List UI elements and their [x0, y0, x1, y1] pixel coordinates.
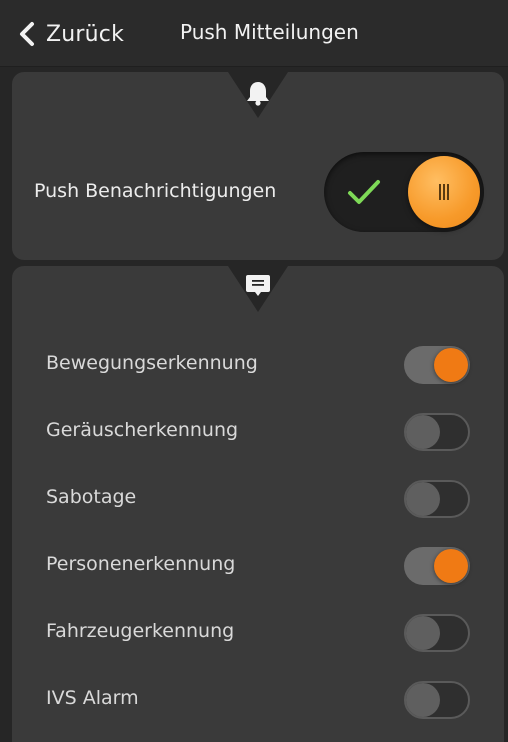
grip-icon	[439, 184, 449, 200]
toggle-knob	[406, 482, 440, 516]
sabotage-toggle[interactable]	[404, 480, 470, 518]
list-item-geraeuscherkennung: Geräuscherkennung	[12, 405, 504, 461]
fahrzeugerkennung-toggle[interactable]	[404, 614, 470, 652]
list-item-label: Personenerkennung	[46, 553, 236, 575]
list-item-sabotage: Sabotage	[12, 472, 504, 528]
list-item-bewegungserkennung: Bewegungserkennung	[12, 338, 504, 394]
header-bar: Zurück Push Mitteilungen	[0, 0, 508, 67]
list-item-label: IVS Alarm	[46, 687, 139, 709]
bell-icon	[228, 72, 288, 118]
list-item-personenerkennung: Personenerkennung	[12, 539, 504, 595]
personenerkennung-toggle[interactable]	[404, 547, 470, 585]
ivs-alarm-toggle[interactable]	[404, 681, 470, 719]
back-button[interactable]: Zurück	[16, 18, 124, 50]
message-icon	[228, 266, 288, 312]
chevron-left-icon	[20, 22, 34, 46]
push-notifications-switch[interactable]	[324, 152, 484, 232]
toggle-knob	[406, 415, 440, 449]
list-item-label: Fahrzeugerkennung	[46, 620, 235, 642]
push-notifications-label: Push Benachrichtigungen	[34, 180, 277, 202]
toggle-knob	[434, 549, 468, 583]
geraeuscherkennung-toggle[interactable]	[404, 413, 470, 451]
toggle-knob	[434, 348, 468, 382]
list-item-label: Bewegungserkennung	[46, 352, 258, 374]
list-item-label: Sabotage	[46, 486, 137, 508]
bewegungserkennung-toggle[interactable]	[404, 346, 470, 384]
switch-knob	[408, 156, 480, 228]
notification-types-card: Bewegungserkennung Geräuscherkennung Sab…	[12, 266, 504, 742]
toggle-knob	[406, 616, 440, 650]
list-item-fahrzeugerkennung: Fahrzeugerkennung	[12, 606, 504, 662]
list-item-label: Geräuscherkennung	[46, 419, 239, 441]
page-title: Push Mitteilungen	[180, 20, 359, 44]
push-card: Push Benachrichtigungen	[12, 72, 504, 260]
toggle-knob	[406, 683, 440, 717]
check-icon	[348, 180, 380, 204]
list-item-ivs-alarm: IVS Alarm	[12, 673, 504, 729]
back-label: Zurück	[46, 21, 125, 47]
